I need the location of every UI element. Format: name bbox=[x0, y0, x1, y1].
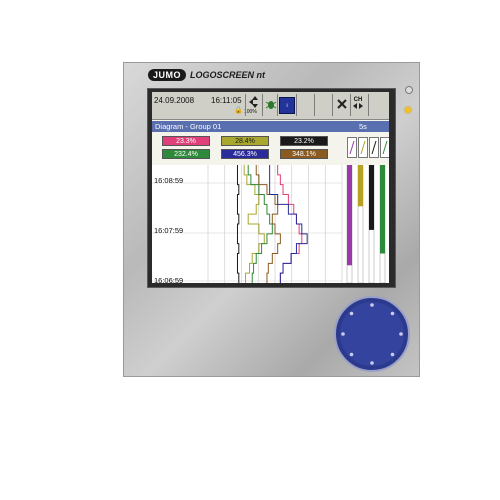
channel-value-3: 23.2% bbox=[280, 136, 328, 146]
channel-value-6: 348.1% bbox=[280, 149, 328, 159]
bug-icon[interactable] bbox=[264, 97, 278, 111]
binary-switch-2 bbox=[358, 137, 368, 158]
diagram-title-bar: Diagram - Group 01 5s bbox=[152, 121, 389, 132]
time-label: 16:06:59 bbox=[154, 276, 183, 283]
binary-switch-1 bbox=[347, 137, 357, 158]
series-line bbox=[236, 165, 240, 283]
display-screen: 24.09.2008 16:11:05 🔒 100% i CH Diagram … bbox=[152, 92, 389, 283]
tools-icon[interactable] bbox=[335, 97, 349, 111]
brand-name: LOGOSCREEN nt bbox=[190, 70, 266, 80]
time-label: 16:07:59 bbox=[154, 226, 183, 235]
channel-value-4: 232.4% bbox=[162, 149, 210, 159]
binary-bar bbox=[347, 165, 352, 266]
lock-icon: 🔒 bbox=[234, 107, 243, 114]
series-line bbox=[243, 165, 265, 283]
channel-value-5: 456.3% bbox=[221, 149, 269, 159]
trend-chart: 16:08:59 16:07:59 16:06:59 bbox=[152, 165, 389, 283]
binary-switch-3 bbox=[369, 137, 379, 158]
binary-bar bbox=[369, 165, 374, 230]
status-led-amber bbox=[405, 107, 411, 113]
toolbar: 24.09.2008 16:11:05 🔒 100% i CH bbox=[152, 92, 389, 120]
status-led-ring bbox=[405, 86, 413, 94]
brand: JUMO LOGOSCREEN nt bbox=[148, 68, 265, 82]
channel-value-1: 23.3% bbox=[162, 136, 210, 146]
diagram-interval: 5s bbox=[359, 122, 367, 131]
series-line bbox=[255, 165, 281, 283]
binary-switch-4 bbox=[380, 137, 389, 158]
time-label: 16:08:59 bbox=[154, 176, 183, 185]
channel-values-panel: 23.3% 28.4% 23.2% 232.4% 456.3% 348.1% bbox=[152, 133, 389, 163]
time-display: 16:11:05 bbox=[211, 96, 242, 105]
info-icon[interactable]: i bbox=[279, 97, 295, 114]
binary-bar bbox=[358, 165, 363, 207]
navigation-knob-icon[interactable] bbox=[333, 295, 411, 373]
date-display: 24.09.2008 bbox=[154, 96, 195, 105]
brand-logo: JUMO bbox=[148, 69, 187, 81]
channel-button[interactable]: CH bbox=[353, 97, 363, 111]
navigation-arrows-icon[interactable] bbox=[248, 95, 262, 109]
channel-value-2: 28.4% bbox=[221, 136, 269, 146]
binary-bar bbox=[380, 165, 385, 254]
diagram-title: Diagram - Group 01 bbox=[155, 122, 222, 131]
